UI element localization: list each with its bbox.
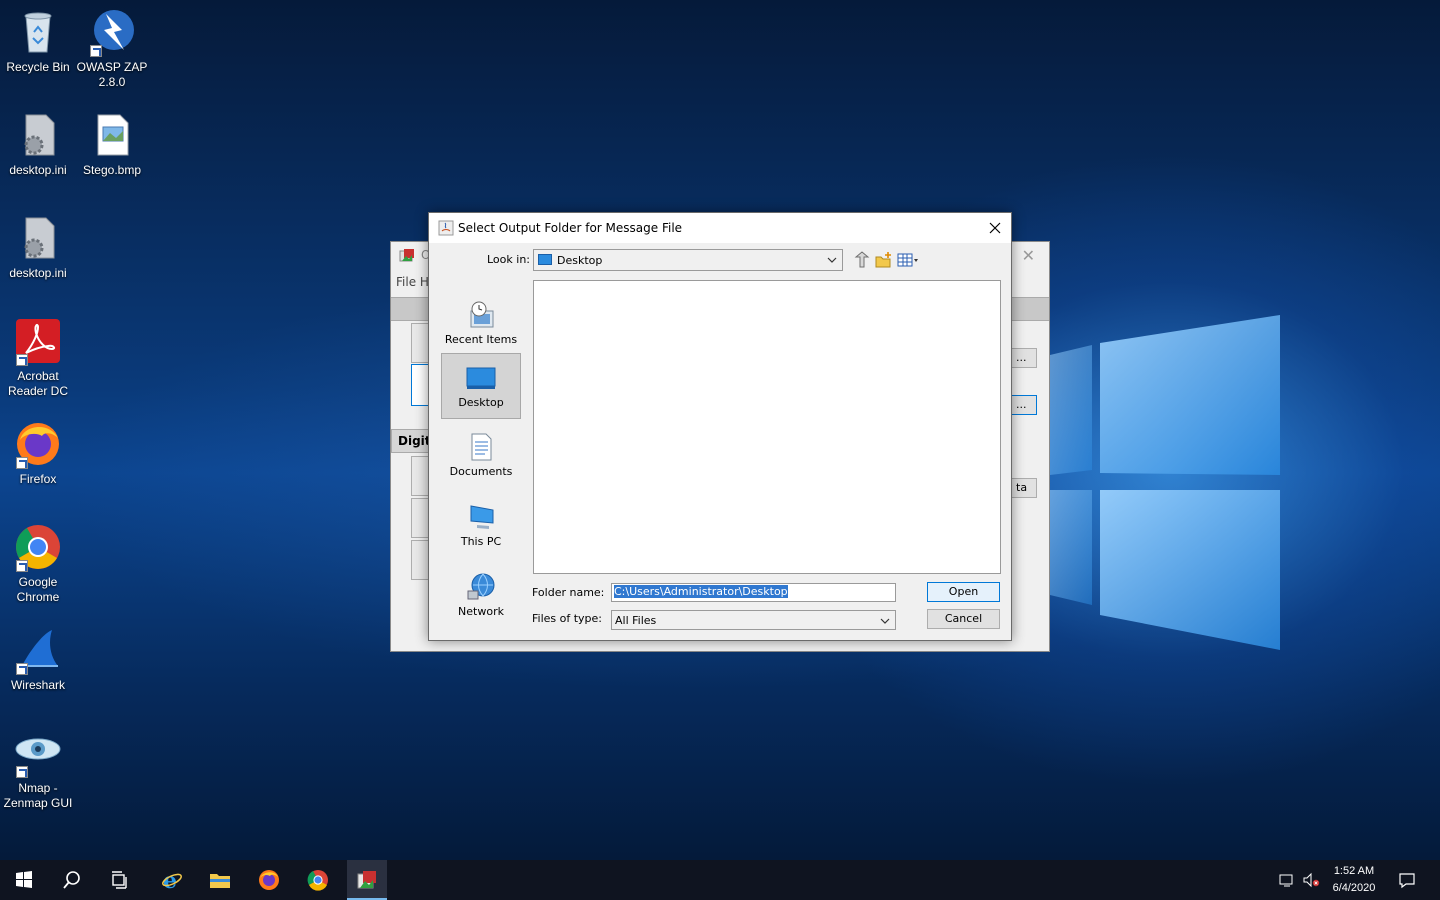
firefox-icon — [259, 870, 279, 890]
acrobat-icon — [14, 317, 62, 366]
desktop-icon — [465, 362, 497, 394]
settings-file-icon — [14, 111, 62, 159]
taskbar: e 1:52 AM 6/4/2020 — [0, 860, 1440, 900]
nmap-icon — [14, 729, 62, 778]
taskbar-file-explorer[interactable] — [196, 860, 244, 900]
action-center-icon[interactable] — [1398, 871, 1416, 889]
settings-file-icon — [14, 214, 62, 262]
shortcut-arrow-icon — [90, 45, 102, 57]
desktop-icon-stego-bmp[interactable]: Stego.bmp — [74, 111, 150, 178]
up-folder-icon — [854, 251, 870, 268]
folder-icon — [210, 874, 230, 888]
desktop-icon-nmap-zenmap[interactable]: Nmap - Zenmap GUI — [0, 729, 76, 811]
volume-muted-icon[interactable] — [1302, 871, 1320, 889]
owasp-zap-icon — [88, 8, 136, 57]
desktop-icon-google-chrome[interactable]: Google Chrome — [0, 523, 76, 605]
folder-name-label: Folder name: — [532, 586, 605, 599]
shortcut-arrow-icon — [16, 354, 28, 366]
new-folder-button[interactable] — [875, 251, 895, 269]
clock-date: 6/4/2020 — [1332, 882, 1376, 894]
stego-app-icon — [357, 871, 376, 889]
view-menu-button[interactable] — [897, 251, 921, 269]
network-icon[interactable] — [1278, 871, 1296, 889]
open-button[interactable]: Open — [927, 582, 1000, 602]
chrome-icon — [307, 870, 328, 891]
close-icon — [989, 222, 1001, 234]
new-folder-icon — [875, 252, 891, 268]
shortcut-arrow-icon — [16, 457, 28, 469]
dialog-titlebar[interactable]: Select Output Folder for Message File — [429, 213, 1011, 243]
desktop-icon-acrobat-reader[interactable]: Acrobat Reader DC — [0, 317, 76, 399]
look-in-label: Look in: — [487, 253, 530, 266]
taskbar-chrome[interactable] — [294, 860, 342, 900]
windows-start-icon — [16, 871, 32, 888]
clock-time: 1:52 AM — [1333, 865, 1375, 877]
bg-browse-button-2[interactable]: ... — [1011, 395, 1037, 415]
place-network[interactable]: Network — [441, 563, 521, 629]
app-icon — [399, 249, 414, 262]
desktop-icon-recycle-bin[interactable]: Recycle Bin — [0, 8, 76, 75]
start-button[interactable] — [0, 860, 48, 900]
file-list-pane[interactable] — [533, 280, 1001, 574]
desktop-icon-desktop-ini-1[interactable]: desktop.ini — [0, 111, 76, 178]
look-in-dropdown[interactable]: Desktop — [533, 249, 843, 271]
cancel-button[interactable]: Cancel — [927, 609, 1000, 629]
internet-explorer-icon: e — [162, 869, 182, 891]
desktop-icon-firefox[interactable]: Firefox — [0, 420, 76, 487]
wireshark-icon — [14, 626, 62, 675]
dialog-close-button[interactable] — [979, 213, 1011, 243]
documents-icon — [465, 431, 497, 463]
place-desktop[interactable]: Desktop — [441, 353, 521, 419]
select-folder-dialog[interactable]: Select Output Folder for Message File Lo… — [428, 212, 1012, 641]
view-list-icon — [897, 253, 918, 267]
windows-logo-wallpaper — [1050, 315, 1280, 650]
taskbar-stego-app[interactable] — [347, 860, 387, 900]
bg-window-menu[interactable]: File H — [396, 275, 429, 289]
files-of-type-value: All Files — [615, 614, 657, 627]
desktop-folder-icon — [538, 254, 552, 265]
shortcut-arrow-icon — [16, 560, 28, 572]
desktop-icon-owasp-zap[interactable]: OWASP ZAP 2.8.0 — [74, 8, 150, 90]
search-button[interactable] — [48, 860, 96, 900]
dialog-title: Select Output Folder for Message File — [458, 221, 683, 235]
recent-items-icon — [465, 299, 497, 331]
java-app-icon — [438, 220, 454, 236]
bg-data-button[interactable]: ta — [1011, 478, 1037, 498]
taskbar-firefox[interactable] — [245, 860, 293, 900]
place-this-pc[interactable]: This PC — [441, 493, 521, 559]
taskbar-internet-explorer[interactable]: e — [148, 860, 196, 900]
bitmap-file-icon — [88, 111, 136, 159]
chevron-down-icon — [880, 618, 890, 624]
desktop-icon-desktop-ini-2[interactable]: desktop.ini — [0, 214, 76, 281]
places-bar: Recent Items Desktop Documents This PC N… — [439, 281, 523, 621]
search-icon — [63, 871, 80, 889]
task-view-button[interactable] — [96, 860, 144, 900]
network-globe-icon — [465, 571, 497, 603]
folder-name-value: C:\Users\Administrator\Desktop — [613, 584, 789, 599]
folder-name-input[interactable]: C:\Users\Administrator\Desktop — [611, 583, 896, 602]
place-recent-items[interactable]: Recent Items — [441, 291, 521, 357]
desktop-icon-wireshark[interactable]: Wireshark — [0, 626, 76, 693]
firefox-icon — [14, 420, 62, 469]
look-in-value: Desktop — [557, 254, 603, 267]
task-view-icon — [112, 871, 127, 889]
system-clock[interactable]: 1:52 AM 6/4/2020 — [1322, 863, 1386, 897]
computer-icon — [465, 501, 497, 533]
bg-section-header: Digita — [391, 429, 439, 453]
files-of-type-dropdown[interactable]: All Files — [611, 610, 896, 630]
up-one-level-button[interactable] — [853, 251, 873, 269]
bg-window-close-icon[interactable]: ✕ — [1022, 246, 1035, 265]
recycle-bin-icon — [14, 8, 62, 56]
chevron-down-icon — [827, 257, 837, 263]
chrome-icon — [14, 523, 62, 572]
files-of-type-label: Files of type: — [532, 612, 603, 625]
place-documents[interactable]: Documents — [441, 423, 521, 489]
shortcut-arrow-icon — [16, 663, 28, 675]
shortcut-arrow-icon — [16, 766, 28, 778]
bg-browse-button-1[interactable]: ... — [1011, 348, 1037, 368]
